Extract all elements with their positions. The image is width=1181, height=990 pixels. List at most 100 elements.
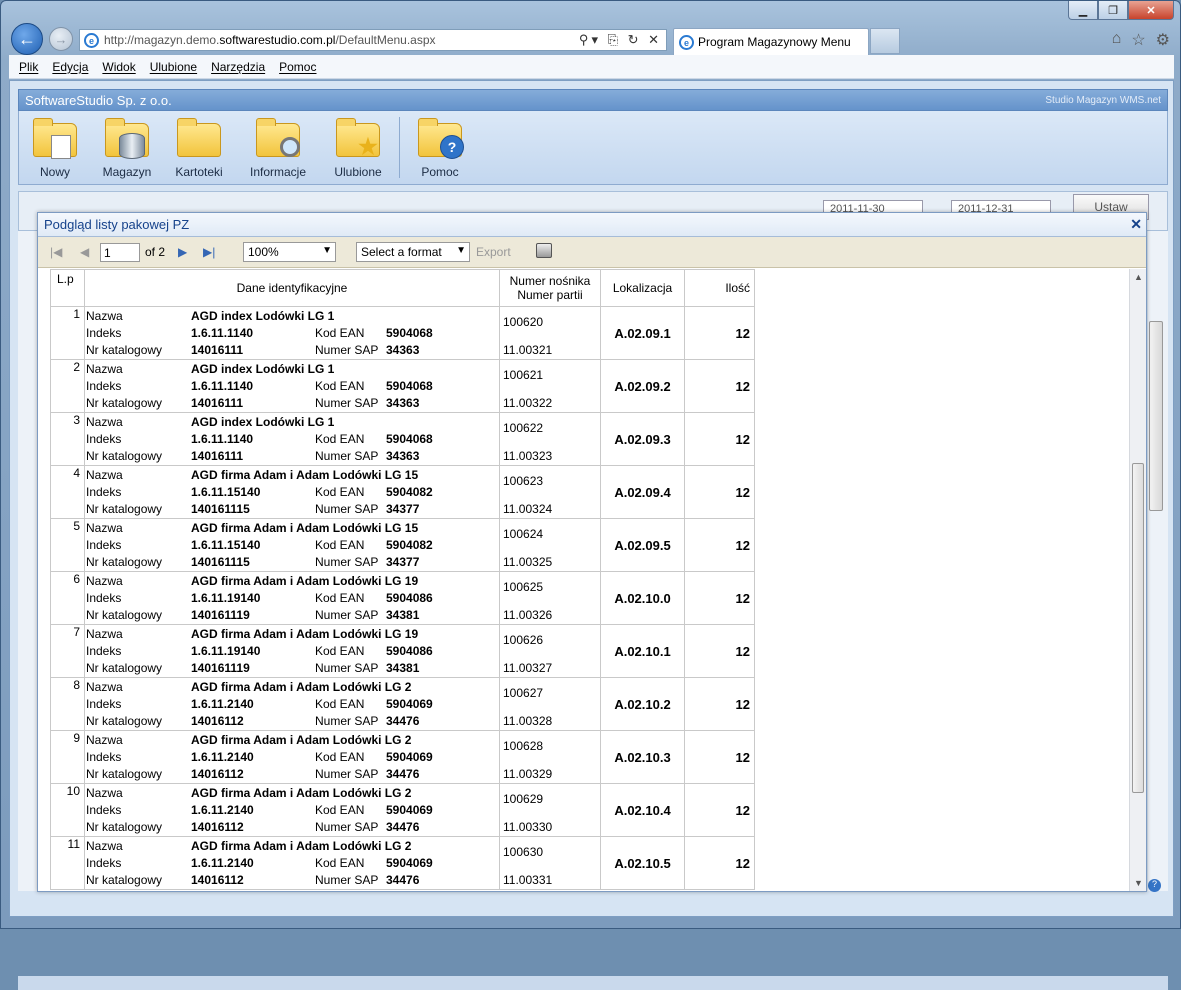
report-toolbar: |◀ ◀ 1 of 2 ▶ ▶| 100% ▼ Select a format ▼ … (38, 237, 1146, 268)
address-bar[interactable]: e http://magazyn.demo. softwarestudio.com… (79, 29, 667, 51)
print-icon[interactable] (536, 243, 552, 258)
cell-ident: Nazwa AGD firma Adam i Adam Lodówki LG 15… (84, 465, 500, 519)
forward-button[interactable]: → (49, 27, 73, 51)
label-name: Nazwa (86, 415, 123, 429)
product-name: AGD firma Adam i Adam Lodówki LG 15 (191, 468, 419, 482)
menu-ulubione[interactable]: Ulubione (150, 60, 197, 74)
format-value: Select a format (361, 245, 442, 259)
ribbon-ulubione[interactable]: ★ Ulubione (321, 111, 395, 184)
home-icon[interactable]: ⌂ (1112, 30, 1122, 50)
carrier-number: 100622 (503, 421, 544, 435)
menu-plik[interactable]: Plik (19, 60, 38, 74)
ribbon-nowy[interactable]: Nowy (19, 111, 91, 184)
product-name: AGD firma Adam i Adam Lodówki LG 19 (191, 574, 419, 588)
cell-location: A.02.10.2 (600, 677, 685, 731)
label-name: Nazwa (86, 733, 123, 747)
label-sap: Numer SAP (315, 555, 379, 569)
export-link[interactable]: Export (476, 245, 511, 259)
label-index: Indeks (86, 485, 122, 499)
address-controls[interactable]: ⚲▾ ⎘ ↻ ✕ (579, 32, 662, 48)
table-header-row: L.p Dane identyfikacyjne Numer nośnika Nu… (50, 269, 755, 307)
product-sap: 34363 (386, 449, 420, 463)
cell-lp: 3 (50, 412, 85, 466)
label-name: Nazwa (86, 680, 123, 694)
ribbon-informacje[interactable]: Informacje (235, 111, 321, 184)
carrier-number: 100628 (503, 739, 544, 753)
close-window-button[interactable]: ✕ (1128, 1, 1174, 20)
scrollbar-thumb[interactable] (1132, 463, 1144, 793)
table-row: 1 Nazwa AGD index Lodówki LG 1 Indeks 1.6.11… (50, 306, 755, 360)
ribbon-magazyn[interactable]: Magazyn (91, 111, 163, 184)
previous-page-icon[interactable]: ◀ (80, 245, 89, 259)
menu-widok[interactable]: Widok (102, 60, 135, 74)
product-ean: 5904069 (386, 803, 433, 817)
last-page-icon[interactable]: ▶| (203, 245, 215, 259)
ribbon-toolbar: Nowy Magazyn Kartoteki Informacje ★ Ulub… (18, 111, 1168, 185)
cell-location: A.02.10.5 (600, 836, 685, 890)
carrier-number: 100626 (503, 633, 544, 647)
page-scrollbar-thumb[interactable] (1149, 321, 1163, 511)
browser-icons: ⌂ ☆ ⚙ (1112, 30, 1170, 50)
product-index: 1.6.11.19140 (191, 644, 261, 658)
label-sap: Numer SAP (315, 661, 379, 675)
product-catalog: 14016112 (191, 714, 244, 728)
cell-quantity: 12 (684, 465, 755, 519)
dialog-title: Podgląd listy pakowej PZ (44, 217, 190, 232)
batch-number: 11.00322 (503, 396, 553, 410)
batch-number: 11.00321 (503, 343, 553, 357)
favorites-star-icon[interactable]: ☆ (1131, 30, 1145, 50)
label-sap: Numer SAP (315, 767, 379, 781)
label-index: Indeks (86, 591, 122, 605)
help-icon[interactable]: ? (1148, 879, 1161, 892)
menu-edycja[interactable]: Edycja (52, 60, 88, 74)
ie-icon: e (84, 33, 99, 48)
folder-icon (175, 118, 223, 159)
product-catalog: 140161115 (191, 555, 250, 569)
product-name: AGD firma Adam i Adam Lodówki LG 15 (191, 521, 419, 535)
product-ean: 5904069 (386, 856, 433, 870)
zoom-select[interactable]: 100% ▼ (243, 242, 336, 262)
cell-lp: 4 (50, 465, 85, 519)
label-sap: Numer SAP (315, 343, 379, 357)
ribbon-pomoc[interactable]: ? Pomoc (404, 111, 476, 184)
label-sap: Numer SAP (315, 502, 379, 516)
label-ean: Kod EAN (315, 697, 365, 711)
maximize-button[interactable]: ❐ (1098, 1, 1128, 20)
ie-icon: e (679, 35, 694, 50)
menu-narzedzia[interactable]: Narzędzia (211, 60, 265, 74)
product-ean: 5904086 (386, 644, 433, 658)
product-index: 1.6.11.15140 (191, 538, 261, 552)
label-name: Nazwa (86, 468, 123, 482)
format-select[interactable]: Select a format ▼ (356, 242, 470, 262)
product-catalog: 140161119 (191, 661, 250, 675)
browser-tab[interactable]: e Program Magazynowy Menu (673, 28, 869, 55)
cell-ident: Nazwa AGD firma Adam i Adam Lodówki LG 19… (84, 624, 500, 678)
report-scrollbar[interactable]: ▲ ▼ (1129, 269, 1146, 891)
ribbon-kartoteki[interactable]: Kartoteki (163, 111, 235, 184)
product-index: 1.6.11.2140 (191, 856, 254, 870)
minimize-button[interactable]: ▁ (1068, 1, 1098, 20)
table-row: 6 Nazwa AGD firma Adam i Adam Lodówki LG 1… (50, 571, 755, 625)
batch-number: 11.00328 (503, 714, 553, 728)
batch-number: 11.00326 (503, 608, 553, 622)
cell-quantity: 12 (684, 518, 755, 572)
first-page-icon[interactable]: |◀ (50, 245, 62, 259)
product-ean: 5904069 (386, 750, 433, 764)
carrier-number: 100629 (503, 792, 544, 806)
next-page-icon[interactable]: ▶ (178, 245, 187, 259)
menu-pomoc[interactable]: Pomoc (279, 60, 316, 74)
product-index: 1.6.11.1140 (191, 326, 254, 340)
table-row: 7 Nazwa AGD firma Adam i Adam Lodówki LG 1… (50, 624, 755, 678)
scroll-down-icon[interactable]: ▼ (1134, 878, 1143, 888)
batch-number: 11.00330 (503, 820, 553, 834)
gear-icon[interactable]: ⚙ (1156, 30, 1170, 50)
back-button[interactable]: ← (11, 23, 43, 55)
close-icon[interactable]: ✕ (1130, 216, 1142, 233)
ribbon-label: Ulubione (334, 165, 382, 179)
product-name: AGD index Lodówki LG 1 (191, 309, 335, 323)
label-ean: Kod EAN (315, 326, 365, 340)
page-number-input[interactable]: 1 (100, 243, 140, 262)
scroll-up-icon[interactable]: ▲ (1134, 272, 1143, 282)
label-sap: Numer SAP (315, 714, 379, 728)
new-tab-button[interactable] (870, 28, 900, 54)
